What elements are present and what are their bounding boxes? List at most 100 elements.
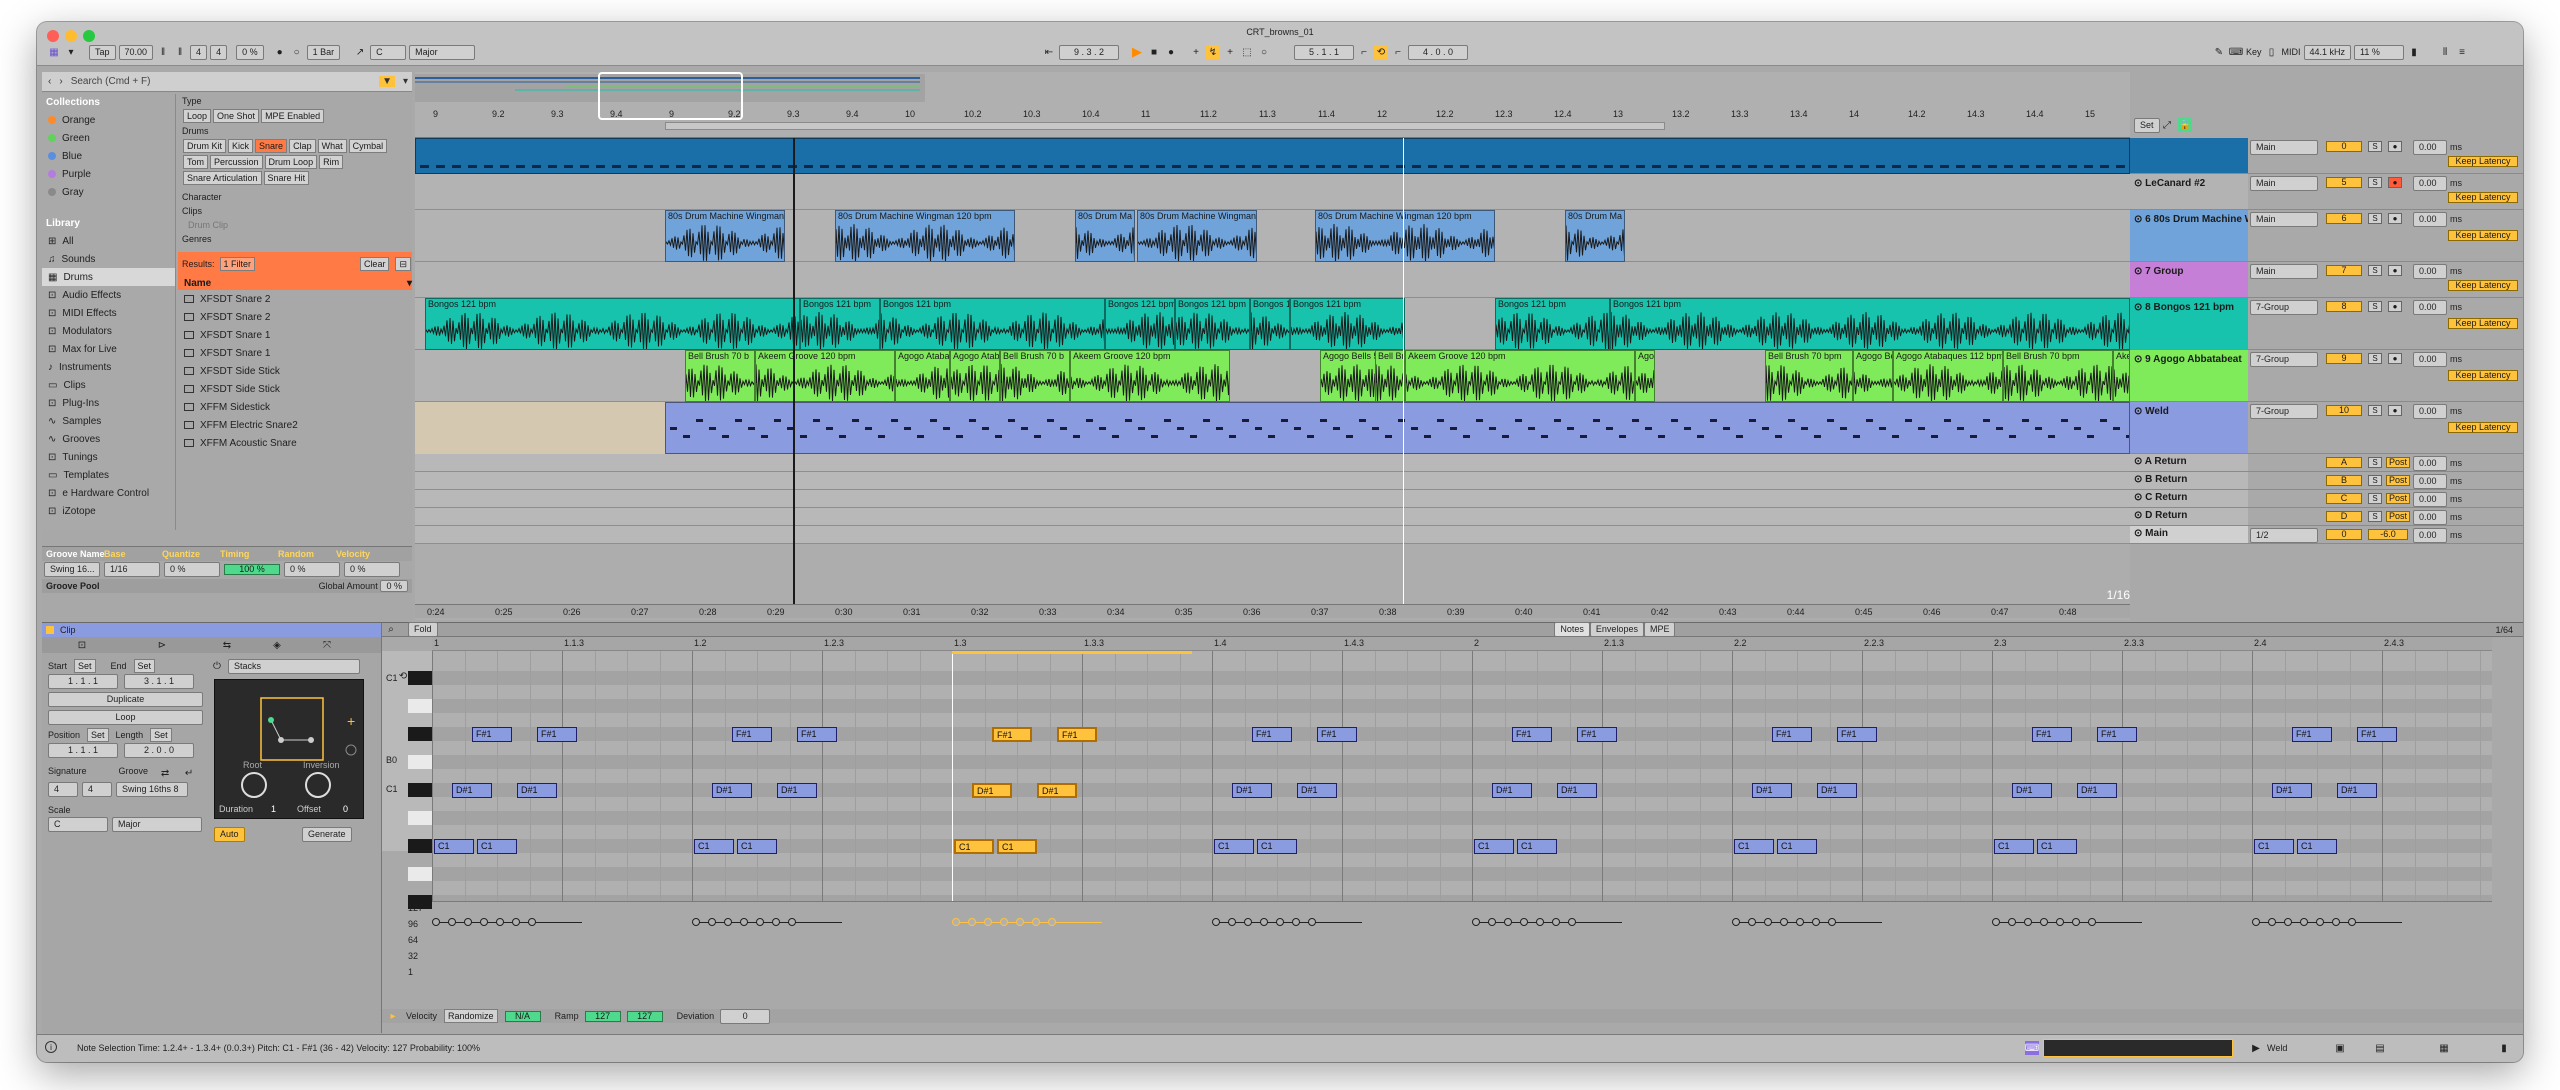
scale-select[interactable]: Major xyxy=(409,44,476,60)
velocity-marker[interactable] xyxy=(2008,918,2016,926)
arrangement-clip[interactable]: Akeem xyxy=(2113,350,2130,402)
velocity-marker[interactable] xyxy=(1228,918,1236,926)
groove-cell[interactable]: Swing 16... xyxy=(44,561,100,577)
arrangement-track[interactable]: Bell Brush 70 b Akeem Groove 120 bpm Agogo… xyxy=(415,350,2130,402)
filter-count[interactable]: 1 Filter xyxy=(219,257,256,271)
expand-icon[interactable]: ⤢ xyxy=(2160,118,2174,132)
return-header[interactable]: ⊙ B Return xyxy=(2130,472,2248,489)
clip-sig-den[interactable]: 4 xyxy=(82,782,112,797)
record-icon[interactable]: ● xyxy=(1164,45,1178,59)
midi-note[interactable]: D#1 xyxy=(1557,783,1597,798)
pre-post-toggle[interactable]: Post xyxy=(2386,457,2410,468)
arrangement-view-icon[interactable]: ≡ xyxy=(2455,45,2469,59)
collapse-icon[interactable]: ⊟ xyxy=(395,257,411,271)
midi-note[interactable]: F#1 xyxy=(472,727,512,742)
tempo-field[interactable]: 70.00 xyxy=(118,44,154,60)
arrangement-clip[interactable]: Akeem Groove 120 bpm xyxy=(1405,350,1635,402)
midi-note[interactable]: F#1 xyxy=(732,727,772,742)
length-field[interactable]: 2 . 0 . 0 xyxy=(124,742,194,758)
velocity-marker[interactable] xyxy=(2300,918,2308,926)
overview-mini[interactable] xyxy=(2043,1039,2233,1057)
arm-button[interactable]: ● xyxy=(2388,265,2402,276)
root-knob[interactable] xyxy=(241,772,267,798)
return-activator[interactable]: B xyxy=(2326,475,2362,486)
ramp-start[interactable]: 127 xyxy=(584,1010,621,1022)
return-header[interactable]: ⊙ A Return xyxy=(2130,454,2248,471)
nudge-up-icon[interactable]: ‖ xyxy=(173,45,187,59)
velocity-marker[interactable] xyxy=(464,918,472,926)
fold-icon[interactable]: ⊙ xyxy=(2134,510,2145,521)
library-item[interactable]: ⊡ MIDI Effects xyxy=(42,304,175,322)
velocity-marker[interactable] xyxy=(756,918,764,926)
velocity-value[interactable]: N/A xyxy=(504,1010,541,1022)
groove-hot-swap-icon[interactable]: ⇄ xyxy=(158,766,172,780)
velocity-marker[interactable] xyxy=(1536,918,1544,926)
sort-icon[interactable]: ▾ xyxy=(407,278,412,289)
arrangement-clip[interactable]: Bongos 121 bpm xyxy=(800,298,880,350)
keyboard-icon[interactable]: ⌨ xyxy=(2025,1041,2039,1055)
arm-button[interactable]: ● xyxy=(2388,301,2402,312)
solo-button[interactable]: S xyxy=(2368,511,2382,522)
duration-value[interactable]: 1 xyxy=(271,804,276,814)
loop-brace[interactable] xyxy=(665,122,1665,130)
velocity-marker[interactable] xyxy=(1244,918,1252,926)
end-set-button[interactable]: Set xyxy=(133,659,156,673)
velocity-marker[interactable] xyxy=(952,918,960,926)
midi-note[interactable]: D#1 xyxy=(2012,783,2052,798)
piano-key[interactable] xyxy=(408,755,432,769)
fold-icon[interactable]: ⊙ xyxy=(2134,474,2145,485)
piano-key[interactable] xyxy=(408,727,432,741)
velocity-marker[interactable] xyxy=(1780,918,1788,926)
arrangement-clip[interactable]: 80s Drum Machine Wingman xyxy=(665,210,785,262)
midi-note[interactable]: C1 xyxy=(1257,839,1297,854)
nudge-icon[interactable]: ‖ xyxy=(156,45,170,59)
return-track-lane[interactable] xyxy=(415,472,2130,490)
velocity-marker[interactable] xyxy=(2252,918,2260,926)
start-set-button[interactable]: Set xyxy=(74,659,96,673)
track-activator[interactable]: 5 xyxy=(2326,177,2362,188)
piano-key[interactable] xyxy=(408,699,432,713)
track-header[interactable]: ⊙ Weld xyxy=(2130,402,2248,453)
library-item[interactable]: ⊡ Tunings xyxy=(42,448,175,466)
velocity-marker[interactable] xyxy=(1016,918,1024,926)
deviation-field[interactable]: 0 xyxy=(720,1008,771,1024)
track-delay[interactable]: 0.00 xyxy=(2413,300,2447,315)
solo-button[interactable]: S xyxy=(2368,141,2382,152)
midi-note[interactable]: C1 xyxy=(997,839,1037,854)
master-volume[interactable]: -6.0 xyxy=(2368,529,2408,540)
file-item[interactable]: XFSDT Side Stick xyxy=(178,362,412,380)
signature-denominator[interactable]: 4 xyxy=(210,44,228,60)
fold-icon[interactable]: ⊙ xyxy=(2134,406,2145,417)
drum-clip-tag[interactable]: Drum Clip xyxy=(178,218,412,232)
forward-icon[interactable]: › xyxy=(59,76,62,87)
solo-button[interactable]: S xyxy=(2368,301,2382,312)
track-header[interactable]: ⊙ 7 Group xyxy=(2130,262,2248,297)
drum-tag[interactable]: Cymbal xyxy=(348,139,388,153)
midi-note[interactable]: D#1 xyxy=(2272,783,2312,798)
pre-post-toggle[interactable]: Post xyxy=(2386,475,2410,486)
fold-icon[interactable]: ⊙ xyxy=(2134,266,2145,277)
arrangement-clip[interactable]: 80s Drum Machine Wingman 120 bpm xyxy=(835,210,1015,262)
clip-color-swatch[interactable] xyxy=(46,626,54,634)
arm-button[interactable]: ● xyxy=(2388,213,2402,224)
track-delay[interactable]: 0.00 xyxy=(2413,264,2447,279)
arrangement-clip[interactable]: Agogo Atab xyxy=(950,350,1000,402)
output-routing[interactable]: 7-Group xyxy=(2250,404,2318,419)
file-item[interactable]: XFSDT Side Stick xyxy=(178,380,412,398)
name-column-header[interactable]: Name ▾ xyxy=(178,276,412,290)
lock-icon[interactable]: 🔒 xyxy=(2178,118,2192,132)
velocity-marker[interactable] xyxy=(1748,918,1756,926)
arrangement-clip[interactable]: 80s Drum Ma xyxy=(1075,210,1135,262)
groove-cell[interactable]: 0 % xyxy=(344,561,400,577)
keep-latency-toggle[interactable]: Keep Latency xyxy=(2448,156,2518,167)
track-delay[interactable]: 0.00 xyxy=(2413,404,2447,419)
velocity-marker[interactable] xyxy=(1000,918,1008,926)
type-tag[interactable]: Loop xyxy=(183,109,212,123)
output-routing[interactable]: 7-Group xyxy=(2250,352,2318,367)
velocity-icon[interactable]: ▸ xyxy=(386,1009,400,1023)
fold-icon[interactable]: ⊙ xyxy=(2134,302,2145,313)
solo-button[interactable]: S xyxy=(2368,213,2382,224)
return-delay[interactable]: 0.00 xyxy=(2413,492,2447,507)
stacks-select[interactable]: Stacks xyxy=(228,659,360,674)
play-icon[interactable]: ▶ xyxy=(1130,44,1144,59)
